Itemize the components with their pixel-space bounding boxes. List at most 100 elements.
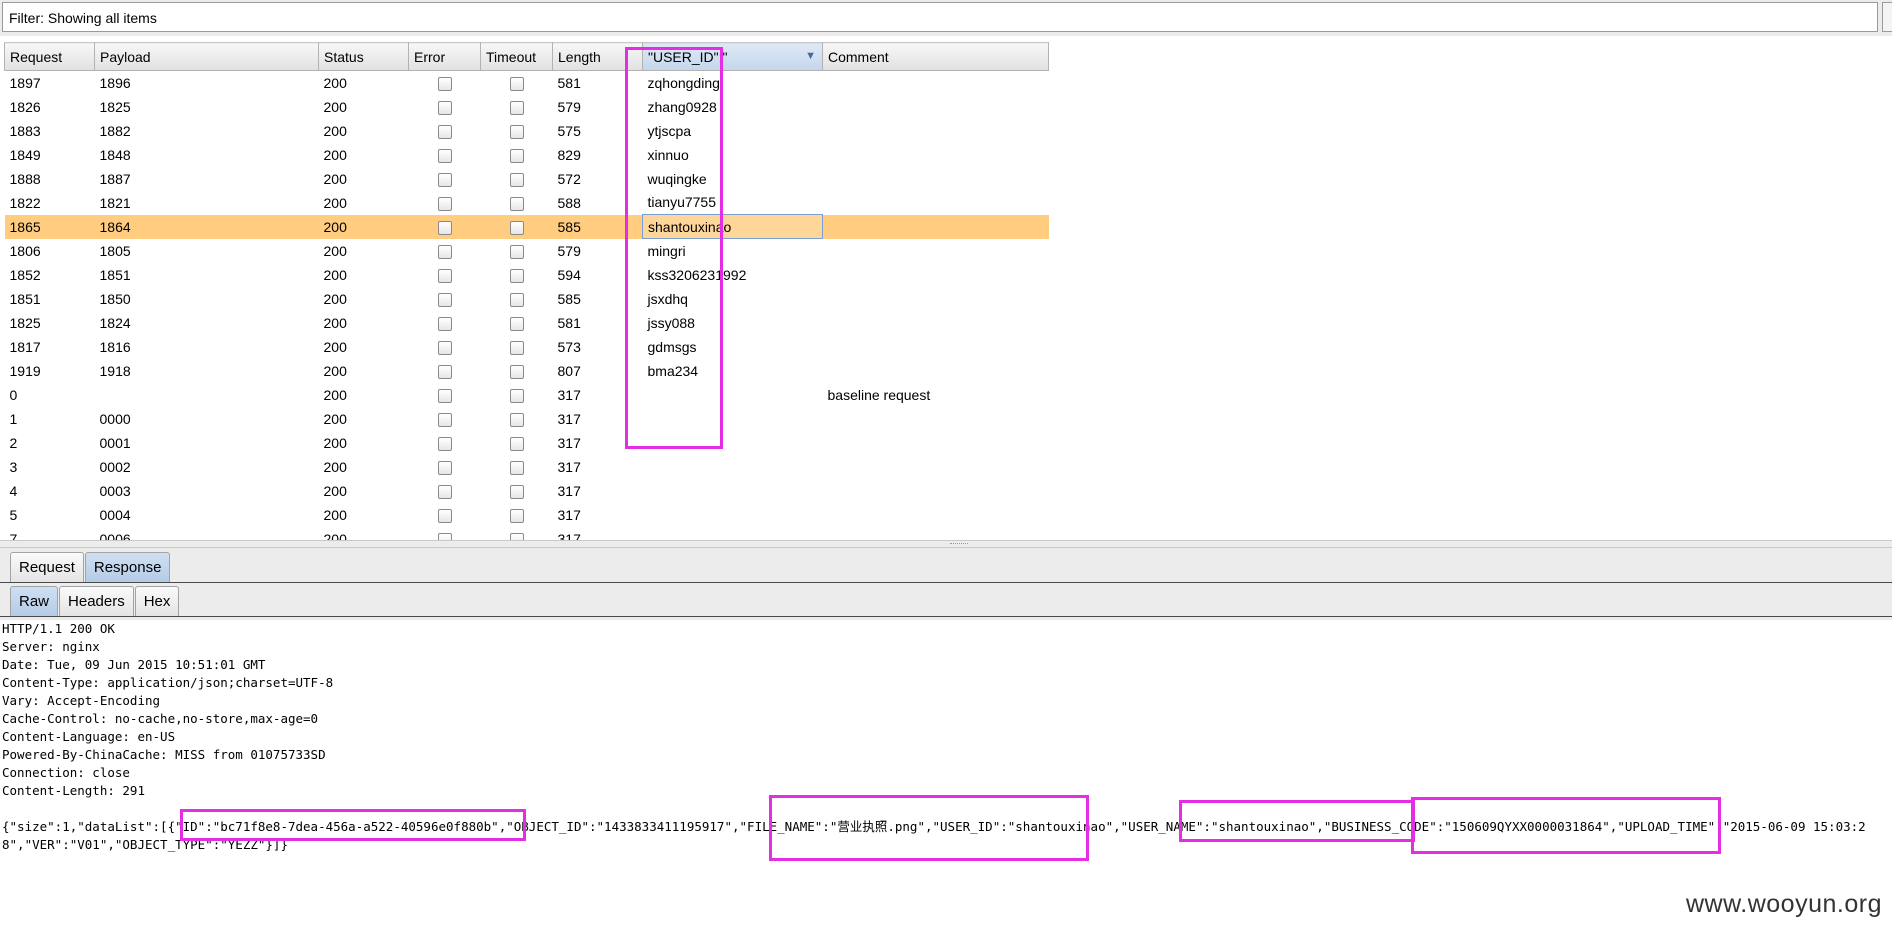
error-checkbox[interactable] — [437, 388, 452, 403]
tab-hex[interactable]: Hex — [134, 586, 180, 616]
table-row[interactable]: 5 0004 200 317 — [5, 503, 1049, 527]
error-checkbox[interactable] — [437, 412, 452, 427]
table-row[interactable]: 1806 1805 200 579 mingri — [5, 239, 1049, 263]
cell-error — [408, 214, 481, 239]
cell-comment — [823, 479, 1049, 503]
timeout-checkbox[interactable] — [509, 316, 524, 331]
table-row[interactable]: 1897 1896 200 581 zqhongding — [5, 71, 1049, 95]
error-checkbox[interactable] — [437, 172, 452, 187]
column-header-payload[interactable]: Payload — [94, 42, 319, 71]
tab-raw[interactable]: Raw — [10, 586, 59, 616]
error-checkbox[interactable] — [437, 268, 452, 283]
timeout-checkbox[interactable] — [509, 76, 524, 91]
table-row[interactable]: 3 0002 200 317 — [5, 455, 1049, 479]
response-header-line: Content-Type: application/json;charset=U… — [2, 675, 334, 690]
error-checkbox[interactable] — [437, 532, 452, 540]
timeout-checkbox[interactable] — [509, 436, 524, 451]
error-checkbox[interactable] — [437, 124, 452, 139]
timeout-checkbox[interactable] — [509, 388, 524, 403]
timeout-checkbox[interactable] — [509, 508, 524, 523]
table-row[interactable]: 1822 1821 200 588 tianyu7755 — [5, 191, 1049, 215]
timeout-checkbox[interactable] — [509, 268, 524, 283]
table-row[interactable]: 2 0001 200 317 — [5, 431, 1049, 455]
filter-field[interactable]: Filter: Showing all items — [2, 2, 1878, 32]
cell-user-id: tianyu7755 — [647, 194, 717, 211]
filter-side-button[interactable] — [1882, 2, 1892, 32]
cell-timeout — [481, 311, 553, 335]
pane-splitter[interactable] — [0, 540, 1892, 548]
table-row[interactable]: 1865 1864 200 585 shantouxinao — [4, 214, 1049, 239]
cell-timeout — [481, 407, 553, 431]
timeout-checkbox[interactable] — [509, 340, 524, 355]
error-checkbox[interactable] — [437, 220, 452, 235]
table-row[interactable]: 1883 1882 200 575 ytjscpa — [5, 119, 1049, 143]
table-row[interactable]: 1826 1825 200 579 zhang0928 — [5, 95, 1049, 119]
cell-comment — [823, 503, 1049, 527]
error-checkbox[interactable] — [437, 244, 452, 259]
results-table: Request Payload Status Error Timeout Len… — [4, 42, 1049, 540]
cell-payload: 0000 — [99, 410, 131, 427]
column-header-status[interactable]: Status — [318, 42, 409, 71]
tab-headers[interactable]: Headers — [59, 586, 134, 616]
table-row[interactable]: 7 0006 200 317 — [5, 527, 1049, 540]
table-row[interactable]: 1 0000 200 317 — [5, 407, 1049, 431]
column-header-error[interactable]: Error — [408, 42, 481, 71]
timeout-checkbox[interactable] — [509, 532, 524, 540]
table-row[interactable]: 1825 1824 200 581 jssy088 — [5, 311, 1049, 335]
cell-length: 807 — [557, 362, 581, 379]
cell-payload: 1805 — [99, 242, 131, 259]
table-row[interactable]: 1851 1850 200 585 jsxdhq — [5, 287, 1049, 311]
error-checkbox[interactable] — [437, 340, 452, 355]
cell-timeout — [481, 503, 553, 527]
error-checkbox[interactable] — [437, 196, 452, 211]
column-header-request[interactable]: Request — [4, 42, 95, 71]
timeout-checkbox[interactable] — [509, 484, 524, 499]
table-row[interactable]: 1888 1887 200 572 wuqingke — [5, 167, 1049, 191]
timeout-checkbox[interactable] — [509, 412, 524, 427]
error-checkbox[interactable] — [437, 484, 452, 499]
error-checkbox[interactable] — [437, 436, 452, 451]
table-row[interactable]: 1849 1848 200 829 xinnuo — [5, 143, 1049, 167]
error-checkbox[interactable] — [437, 76, 452, 91]
timeout-checkbox[interactable] — [509, 100, 524, 115]
cell-status: 200 — [318, 214, 409, 239]
timeout-checkbox[interactable] — [509, 364, 524, 379]
error-checkbox[interactable] — [437, 508, 452, 523]
cell-comment — [823, 455, 1049, 479]
timeout-checkbox[interactable] — [509, 172, 524, 187]
table-row[interactable]: 1852 1851 200 594 kss3206231992 — [5, 263, 1049, 287]
tab-response[interactable]: Response — [84, 552, 171, 582]
sort-descending-icon: ▼ — [805, 50, 816, 62]
error-checkbox[interactable] — [437, 292, 452, 307]
timeout-checkbox[interactable] — [509, 460, 524, 475]
cell-length: 579 — [557, 98, 581, 115]
error-checkbox[interactable] — [437, 364, 452, 379]
table-row[interactable]: 1919 1918 200 807 bma234 — [5, 359, 1049, 383]
cell-length: 581 — [557, 314, 581, 331]
cell-timeout — [481, 335, 553, 359]
error-checkbox[interactable] — [437, 148, 452, 163]
tab-request[interactable]: Request — [10, 552, 84, 582]
response-viewer[interactable]: HTTP/1.1 200 OK Server: nginx Date: Tue, 0… — [0, 620, 1892, 935]
error-checkbox[interactable] — [437, 460, 452, 475]
cell-request: 1817 — [9, 338, 41, 355]
cell-user-id: zhang0928 — [647, 98, 717, 115]
error-checkbox[interactable] — [437, 316, 452, 331]
cell-length: 317 — [557, 482, 581, 499]
column-header-comment[interactable]: Comment — [822, 42, 1049, 71]
cell-status: 200 — [323, 362, 347, 379]
table-row[interactable]: 4 0003 200 317 — [5, 479, 1049, 503]
table-row[interactable]: 0 200 317 baseline request — [5, 383, 1049, 407]
column-header-length[interactable]: Length — [552, 42, 643, 71]
cell-comment: baseline request — [827, 386, 931, 403]
timeout-checkbox[interactable] — [509, 292, 524, 307]
timeout-checkbox[interactable] — [509, 196, 524, 211]
timeout-checkbox[interactable] — [509, 124, 524, 139]
timeout-checkbox[interactable] — [509, 220, 524, 235]
error-checkbox[interactable] — [437, 100, 452, 115]
table-row[interactable]: 1817 1816 200 573 gdmsgs — [5, 335, 1049, 359]
column-header-user-id[interactable]: "USER_ID":" ▼ — [642, 42, 823, 71]
timeout-checkbox[interactable] — [509, 244, 524, 259]
column-header-timeout[interactable]: Timeout — [480, 42, 553, 71]
timeout-checkbox[interactable] — [509, 148, 524, 163]
